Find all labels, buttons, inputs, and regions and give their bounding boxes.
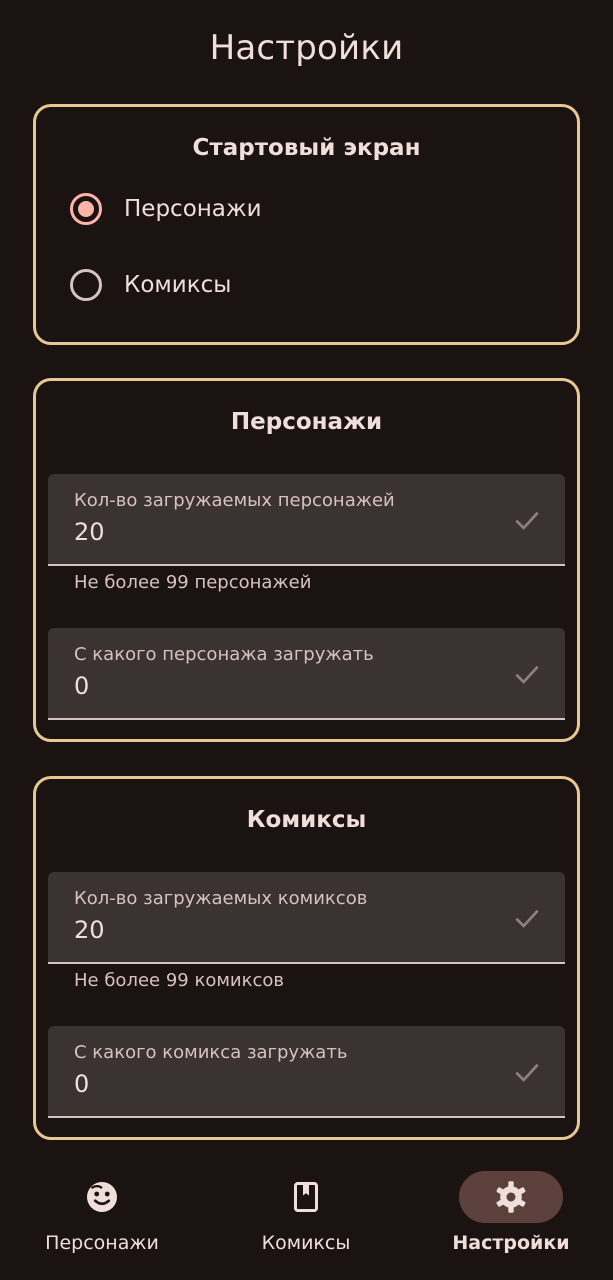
- nav-label: Комиксы: [261, 1232, 351, 1254]
- check-icon[interactable]: [511, 1056, 543, 1088]
- start-option-characters[interactable]: Персонажи: [70, 189, 262, 229]
- radio-unselected-icon[interactable]: [70, 269, 102, 301]
- check-icon[interactable]: [511, 658, 543, 690]
- field-label: Кол-во загружаемых персонажей: [74, 490, 395, 511]
- settings-screen: Настройки Стартовый экран Персонажи Коми…: [0, 0, 613, 1280]
- start-screen-title: Стартовый экран: [192, 135, 421, 161]
- comics-count-field[interactable]: Кол-во загружаемых комиксов 20: [48, 872, 565, 964]
- field-label: С какого персонажа загружать: [74, 644, 374, 665]
- start-option-label: Комиксы: [124, 272, 232, 298]
- nav-item-settings[interactable]: Настройки: [409, 1160, 613, 1280]
- check-icon[interactable]: [511, 504, 543, 536]
- comics-count-helper: Не более 99 комиксов: [74, 970, 284, 991]
- comics-offset-field[interactable]: С какого комикса загружать 0: [48, 1026, 565, 1118]
- comics-count-input[interactable]: 20: [74, 916, 105, 944]
- nav-item-comics[interactable]: Комиксы: [204, 1160, 408, 1280]
- start-screen-card: Стартовый экран Персонажи Комиксы: [33, 104, 580, 345]
- nav-label: Настройки: [452, 1232, 570, 1254]
- comics-card-title: Комиксы: [246, 807, 367, 833]
- start-option-comics[interactable]: Комиксы: [70, 265, 231, 305]
- bottom-navigation: Персонажи Комиксы Настройки: [0, 1160, 613, 1280]
- book-icon: [294, 1182, 318, 1212]
- characters-count-helper: Не более 99 персонажей: [74, 572, 312, 593]
- check-icon[interactable]: [511, 902, 543, 934]
- characters-card: Персонажи Кол-во загружаемых персонажей …: [33, 378, 580, 742]
- page-title: Настройки: [209, 28, 404, 68]
- face-icon: [87, 1182, 117, 1212]
- characters-offset-input[interactable]: 0: [74, 672, 89, 700]
- comics-offset-input[interactable]: 0: [74, 1070, 89, 1098]
- characters-offset-field[interactable]: С какого персонажа загружать 0: [48, 628, 565, 720]
- comics-card: Комиксы Кол-во загружаемых комиксов 20 Н…: [33, 776, 580, 1140]
- nav-item-characters[interactable]: Персонажи: [0, 1160, 204, 1280]
- characters-count-field[interactable]: Кол-во загружаемых персонажей 20: [48, 474, 565, 566]
- nav-label: Персонажи: [45, 1232, 159, 1254]
- start-option-label: Персонажи: [124, 196, 262, 222]
- field-label: С какого комикса загружать: [74, 1042, 348, 1063]
- characters-card-title: Персонажи: [230, 409, 383, 435]
- field-label: Кол-во загружаемых комиксов: [74, 888, 368, 909]
- characters-count-input[interactable]: 20: [74, 518, 105, 546]
- radio-selected-icon[interactable]: [70, 193, 102, 225]
- gear-icon: [496, 1181, 526, 1213]
